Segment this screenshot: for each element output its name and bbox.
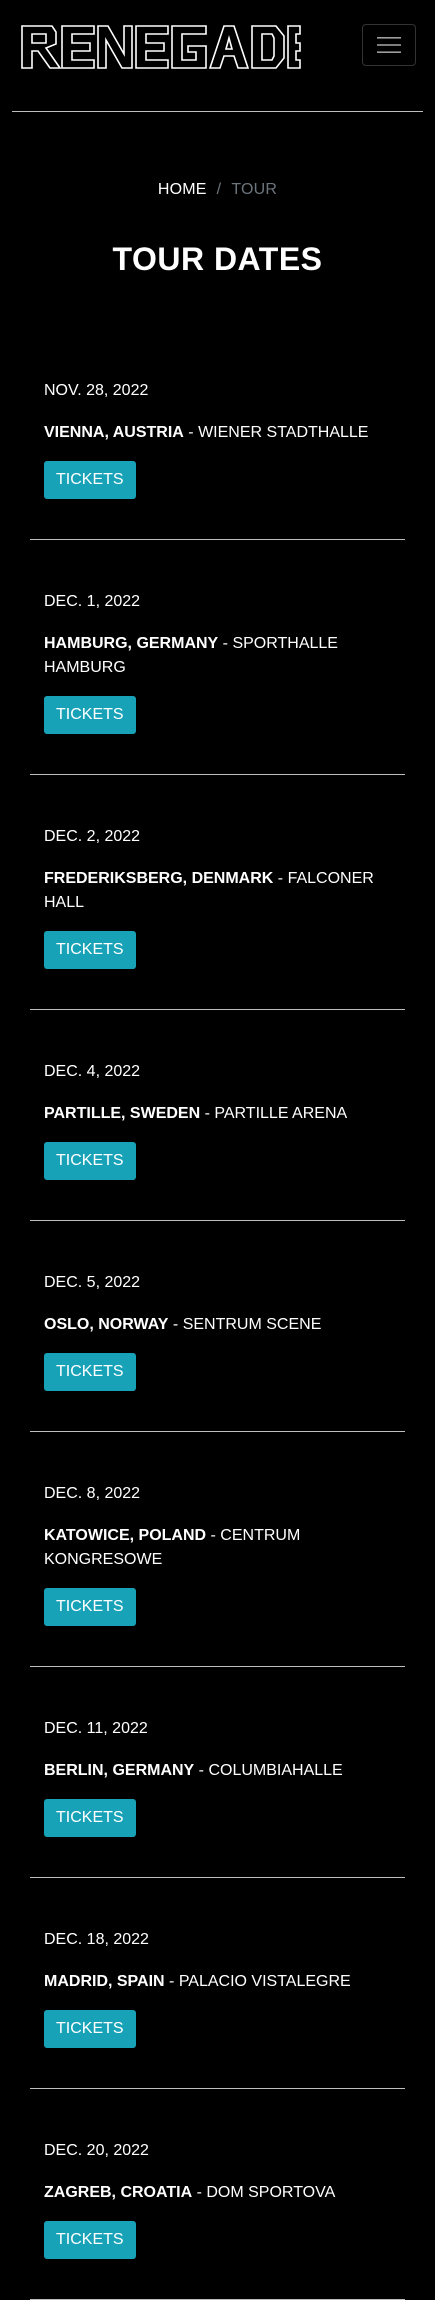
tour-city: KATOWICE, POLAND <box>44 1527 207 1544</box>
tour-date-item: DEC. 8, 2022 KATOWICE, POLAND - CENTRUM K… <box>30 1432 405 1667</box>
tour-date: DEC. 5, 2022 <box>44 1274 141 1291</box>
breadcrumb-separator: / <box>216 181 222 198</box>
tour-date: DEC. 1, 2022 <box>44 593 141 610</box>
page-title: TOUR DATES <box>112 241 323 277</box>
tour-location: ZAGREB, CROATIA - DOM SPORTOVA <box>44 2181 391 2205</box>
tour-location: FREDERIKSBERG, DENMARK - FALCONER HALL <box>44 867 391 915</box>
tour-city: BERLIN, GERMANY <box>44 1762 195 1779</box>
tour-date: DEC. 20, 2022 <box>44 2142 149 2159</box>
tour-location: HAMBURG, GERMANY - SPORTHALLE HAMBURG <box>44 632 391 680</box>
header-divider <box>12 111 423 112</box>
tour-location: VIENNA, AUSTRIA - WIENER STADTHALLE <box>44 421 391 445</box>
hamburger-icon <box>377 37 401 53</box>
tour-location: BERLIN, GERMANY - COLUMBIAHALLE <box>44 1759 391 1783</box>
tour-date-item: DEC. 20, 2022 ZAGREB, CROATIA - DOM SPORT… <box>30 2089 405 2300</box>
tour-venue: - COLUMBIAHALLE <box>194 1762 343 1779</box>
tour-location: MADRID, SPAIN - PALACIO VISTALEGRE <box>44 1970 391 1994</box>
breadcrumb-current: TOUR <box>231 181 278 198</box>
tickets-button[interactable]: TICKETS <box>44 1142 136 1180</box>
tour-city: FREDERIKSBERG, DENMARK <box>44 870 274 887</box>
breadcrumb: HOME / TOUR <box>0 175 435 205</box>
tour-location: KATOWICE, POLAND - CENTRUM KONGRESOWE <box>44 1524 391 1572</box>
tour-date: DEC. 18, 2022 <box>44 1931 149 1948</box>
tour-date-item: DEC. 2, 2022 FREDERIKSBERG, DENMARK - FAL… <box>30 775 405 1010</box>
tickets-button[interactable]: TICKETS <box>44 2010 136 2048</box>
tour-date-item: DEC. 5, 2022 OSLO, NORWAY - SENTRUM SCENE… <box>30 1221 405 1432</box>
tickets-button[interactable]: TICKETS <box>44 931 136 969</box>
tour-city: VIENNA, AUSTRIA <box>44 424 184 441</box>
tour-venue: - WIENER STADTHALLE <box>183 424 369 441</box>
tour-city: PARTILLE, SWEDEN <box>44 1105 201 1122</box>
tour-date: DEC. 8, 2022 <box>44 1485 141 1502</box>
tour-dates-list: NOV. 28, 2022 VIENNA, AUSTRIA - WIENER ST… <box>0 329 435 2300</box>
tour-date: DEC. 4, 2022 <box>44 1063 141 1080</box>
breadcrumb-home-link[interactable]: HOME <box>158 181 207 199</box>
tour-date: NOV. 28, 2022 <box>44 382 149 399</box>
tour-venue: - PARTILLE ARENA <box>200 1105 348 1122</box>
tour-city: OSLO, NORWAY <box>44 1316 169 1333</box>
tickets-button[interactable]: TICKETS <box>44 1588 136 1626</box>
tour-location: PARTILLE, SWEDEN - PARTILLE ARENA <box>44 1102 391 1126</box>
tour-venue: - PALACIO VISTALEGRE <box>164 1973 351 1990</box>
tour-date: DEC. 11, 2022 <box>44 1720 148 1737</box>
tour-date: DEC. 2, 2022 <box>44 828 141 845</box>
tour-date-item: DEC. 4, 2022 PARTILLE, SWEDEN - PARTILLE … <box>30 1010 405 1221</box>
tour-date-item: DEC. 1, 2022 HAMBURG, GERMANY - SPORTHALL… <box>30 540 405 775</box>
tickets-button[interactable]: TICKETS <box>44 696 136 734</box>
tour-date-item: NOV. 28, 2022 VIENNA, AUSTRIA - WIENER ST… <box>30 329 405 540</box>
tickets-button[interactable]: TICKETS <box>44 461 136 499</box>
site-header <box>0 0 435 112</box>
menu-toggle-button[interactable] <box>362 24 416 66</box>
tour-date-item: DEC. 18, 2022 MADRID, SPAIN - PALACIO VIS… <box>30 1878 405 2089</box>
renegade-logo[interactable] <box>20 24 302 70</box>
tickets-button[interactable]: TICKETS <box>44 2221 136 2259</box>
tour-date-item: DEC. 11, 2022 BERLIN, GERMANY - COLUMBIAH… <box>30 1667 405 1878</box>
tour-location: OSLO, NORWAY - SENTRUM SCENE <box>44 1313 391 1337</box>
tour-venue: - SENTRUM SCENE <box>168 1316 322 1333</box>
tickets-button[interactable]: TICKETS <box>44 1353 136 1391</box>
tour-city: MADRID, SPAIN <box>44 1973 165 1990</box>
tickets-button[interactable]: TICKETS <box>44 1799 136 1837</box>
tour-city: ZAGREB, CROATIA <box>44 2184 193 2201</box>
tour-city: HAMBURG, GERMANY <box>44 635 219 652</box>
tour-venue: - DOM SPORTOVA <box>192 2184 336 2201</box>
